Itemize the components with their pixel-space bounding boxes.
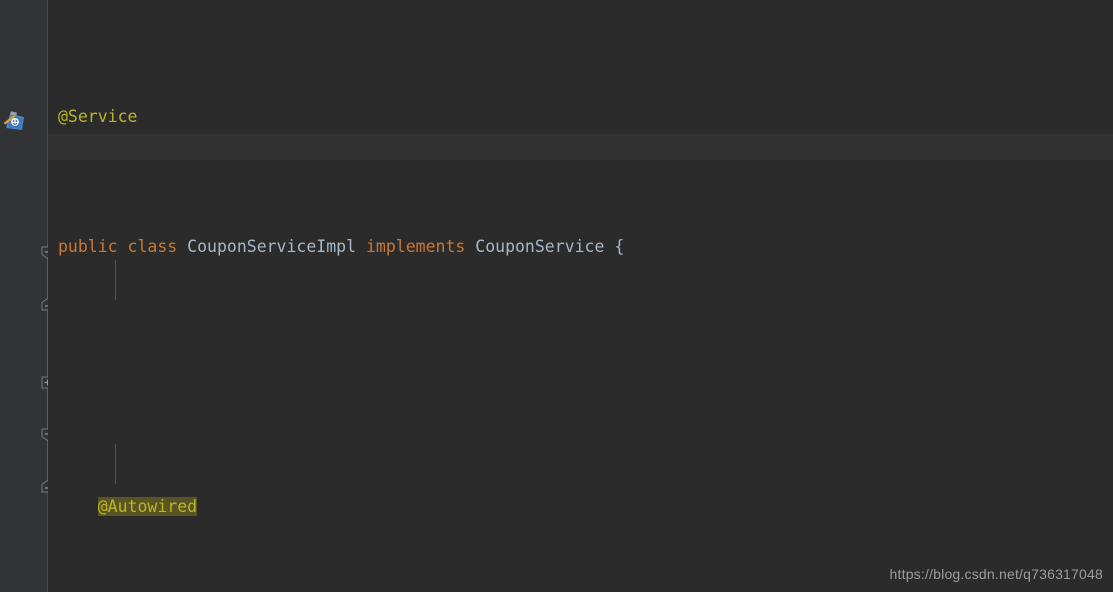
token-keyword-implements: implements (365, 237, 466, 256)
token-keyword-public: public (58, 237, 118, 256)
code-line-1[interactable]: @Service (48, 104, 1113, 130)
token-brace-open: { (614, 237, 625, 256)
token-keyword-class: class (127, 237, 178, 256)
token-annotation-service: @Service (58, 107, 138, 126)
code-content: @Service public class CouponServiceImpl … (48, 0, 1113, 592)
editor-text-area[interactable]: @Service public class CouponServiceImpl … (48, 0, 1113, 592)
code-line-4[interactable]: @Autowired (48, 494, 1113, 520)
code-line-3[interactable] (48, 364, 1113, 390)
token-interface-name: CouponService (475, 237, 605, 256)
watermark-url: https://blog.csdn.net/q736317048 (889, 566, 1103, 582)
token-class-name: CouponServiceImpl (187, 237, 357, 256)
code-line-2[interactable]: public class CouponServiceImpl implement… (48, 234, 1113, 260)
implements-marker-icon[interactable] (4, 111, 24, 130)
ide-code-editor-window: @Service public class CouponServiceImpl … (0, 0, 1113, 592)
token-annotation-autowired: @Autowired (97, 497, 198, 516)
